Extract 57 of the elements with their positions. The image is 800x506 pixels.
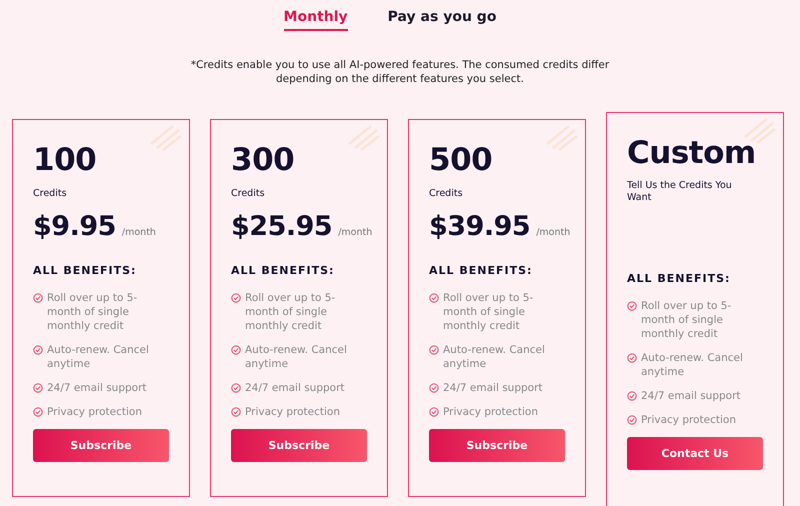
benefit-text: Privacy protection [47, 405, 143, 419]
plan-tab[interactable]: Monthly [284, 7, 348, 31]
price: $39.95 [429, 211, 530, 242]
price-period: /month [338, 227, 372, 238]
check-circle-icon [33, 293, 43, 303]
benefits-heading: ALL BENEFITS: [33, 264, 138, 277]
benefit-text: 24/7 email support [443, 381, 544, 395]
benefit-text: Privacy protection [245, 405, 341, 419]
check-circle-icon [627, 391, 637, 401]
plan-button[interactable]: Subscribe [231, 429, 367, 462]
benefit-text: Privacy protection [443, 405, 539, 419]
check-circle-icon [429, 407, 439, 417]
price-period: /month [122, 227, 156, 238]
benefit-text: Roll over up to 5-month of single monthly credit [245, 291, 336, 333]
credit-amount: 500 [429, 142, 494, 178]
benefit-text: Roll over up to 5-month of single monthly credit [443, 291, 534, 333]
benefit-text: Auto-renew. Cancel anytime [245, 343, 348, 371]
credit-amount: 100 [33, 142, 98, 178]
credits-label: Credits [33, 188, 68, 199]
benefit-text: Auto-renew. Cancel anytime [47, 343, 150, 371]
benefit-text: Roll over up to 5-month of single monthly credit [47, 291, 138, 333]
credits-label: Credits [231, 188, 266, 199]
check-circle-icon [627, 415, 637, 425]
plan-button[interactable]: Subscribe [429, 429, 565, 462]
benefits-heading: ALL BENEFITS: [429, 264, 534, 277]
credit-amount: 300 [231, 142, 296, 178]
check-circle-icon [627, 301, 637, 311]
benefit-text: Auto-renew. Cancel anytime [443, 343, 546, 371]
plan-title: Custom [627, 135, 757, 171]
price: $25.95 [231, 211, 332, 242]
check-circle-icon [33, 345, 43, 355]
check-circle-icon [33, 383, 43, 393]
credits-note: *Credits enable you to use all AI-powered features. The consumed credits differ depending on the different features you select. [190, 58, 610, 86]
plan-button[interactable]: Contact Us [627, 437, 763, 470]
benefit-text: Privacy protection [641, 413, 737, 427]
benefit-text: 24/7 email support [245, 381, 346, 395]
check-circle-icon [627, 353, 637, 363]
price-period: /month [536, 227, 570, 238]
price: $9.95 [33, 211, 116, 242]
check-circle-icon [33, 407, 43, 417]
check-circle-icon [231, 407, 241, 417]
check-circle-icon [231, 345, 241, 355]
check-circle-icon [231, 383, 241, 393]
benefit-text: 24/7 email support [47, 381, 148, 395]
benefits-heading: ALL BENEFITS: [627, 272, 732, 285]
check-circle-icon [429, 345, 439, 355]
check-circle-icon [429, 293, 439, 303]
plan-button[interactable]: Subscribe [33, 429, 169, 462]
check-circle-icon [231, 293, 241, 303]
plan-subtitle: Tell Us the Credits You Want [627, 180, 733, 205]
benefit-text: Auto-renew. Cancel anytime [641, 351, 744, 379]
benefit-text: Roll over up to 5-month of single monthly credit [641, 299, 732, 341]
plan-tab[interactable]: Pay as you go [388, 7, 496, 31]
benefits-heading: ALL BENEFITS: [231, 264, 336, 277]
credits-label: Credits [429, 188, 464, 199]
benefit-text: 24/7 email support [641, 389, 742, 403]
check-circle-icon [429, 383, 439, 393]
